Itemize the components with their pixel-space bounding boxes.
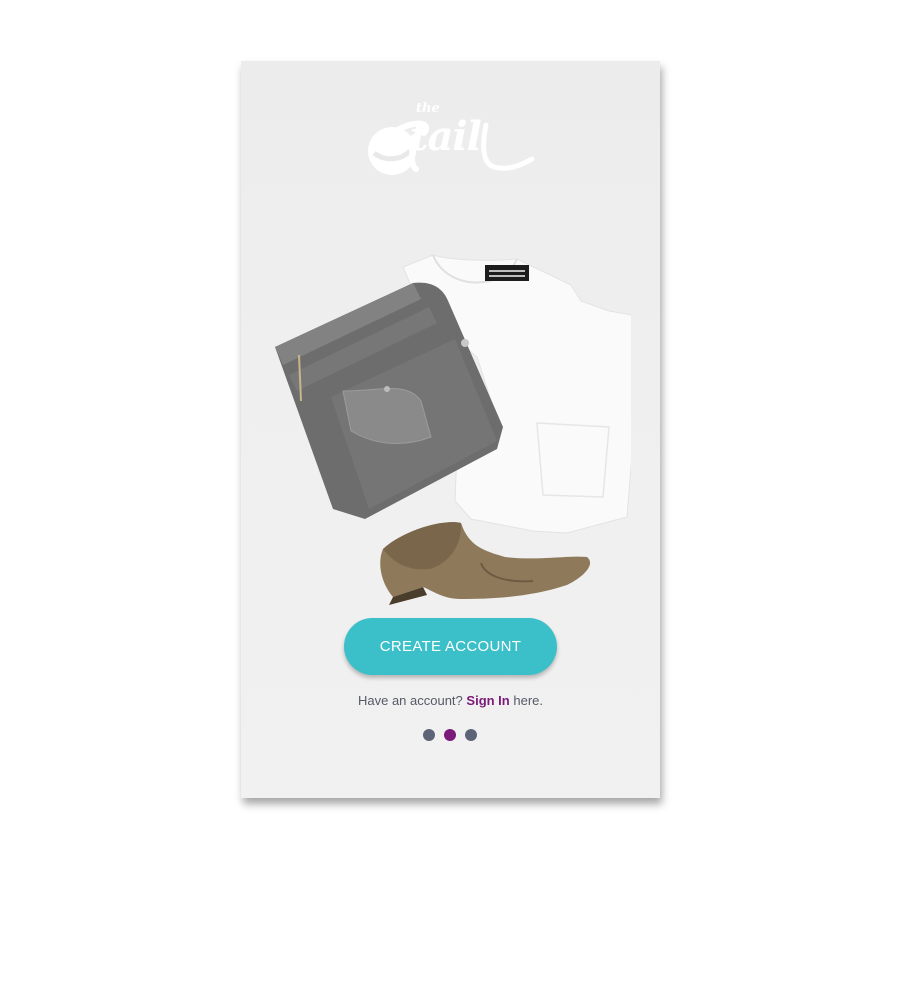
page-dot-1[interactable] — [423, 729, 435, 741]
signin-prompt: Have an account? Sign In here. — [241, 693, 660, 708]
signin-prefix-text: Have an account? — [357, 693, 463, 708]
create-account-button[interactable]: CREATE ACCOUNT — [344, 618, 557, 675]
logo-word: tail — [410, 113, 482, 160]
sign-in-link[interactable]: Sign In — [466, 693, 509, 708]
page-dot-3[interactable] — [465, 729, 477, 741]
page-indicator — [423, 729, 477, 741]
onboarding-screen: the tail CREATE ACCOUNT Have an account?… — [241, 61, 660, 798]
clothing-flatlay-image — [275, 254, 631, 605]
signin-suffix-text: here. — [513, 693, 544, 708]
brand-logo: the tail — [366, 101, 536, 181]
page-dot-2-active[interactable] — [444, 729, 456, 741]
boot-shape — [380, 522, 591, 605]
